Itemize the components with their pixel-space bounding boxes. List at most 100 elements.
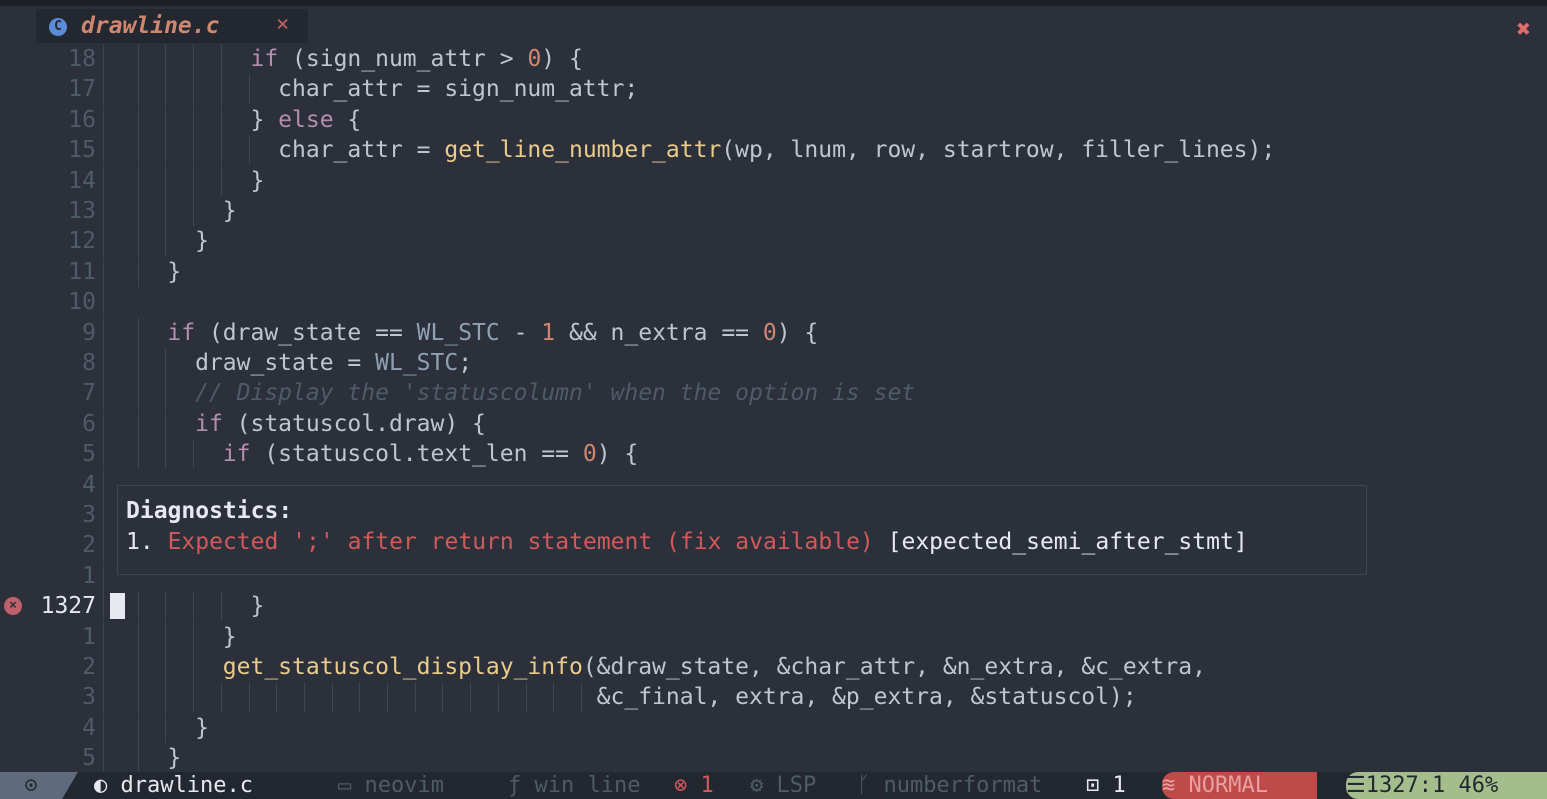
statusbar-branch: ᚴ numberformat [857,772,1042,799]
gutter-separator [103,226,104,257]
gutter-separator [103,621,104,652]
code-text: } [112,228,209,255]
diagnostic-number: 1. [126,529,154,555]
statusbar-folder: ▭ neovim [338,772,444,799]
gutter-separator [103,652,104,682]
gutter-separator [103,348,104,378]
gears-icon: ⚙ [750,773,764,798]
statusbar-buffers: ⊡ 1 [1086,772,1126,799]
gutter-separator [103,74,104,105]
line-number: 5 [82,441,96,468]
code-line[interactable]: 9 if (draw_state == WL_STC - 1 && n_extr… [0,317,1547,348]
code-line[interactable]: 15 char_attr = get_line_number_attr(wp, … [0,135,1547,166]
code-text: } [112,593,265,620]
line-number: 6 [82,410,96,437]
gutter-separator [103,743,104,774]
buffer-icon: ⊡ [1086,773,1100,798]
code-line[interactable]: 12 } [0,226,1547,257]
code-line[interactable]: 1327 × } [0,591,1547,622]
code-line[interactable]: 10 [0,287,1547,318]
gutter-separator [103,560,104,591]
code-text: if (sign_num_attr > 0) { [250,46,583,72]
tab-bar: C drawline.c × ✖ [0,6,1547,44]
code-line[interactable]: 4 } [0,712,1547,743]
tab-drawline[interactable]: C drawline.c × [36,9,308,43]
statusbar-function-name: win line [534,773,641,798]
code-text: char_attr = get_line_number_attr(wp, lnu… [112,137,1276,164]
code-text: get_statuscol_display_info(&draw_state, … [222,654,1206,680]
code-line[interactable]: 3 &c_final, extra, &p_extra, &statuscol)… [0,682,1547,713]
code-text: } [112,198,237,224]
code-line[interactable]: 8 draw_state = WL_STC; [0,348,1547,378]
gutter-separator [103,408,104,439]
code-text: if (draw_state == WL_STC - 1 && n_extra … [167,319,819,346]
editor-pane[interactable]: 18 if (sign_num_attr > 0) {17 char_attr … [0,44,1547,774]
position-indicator: ☰1327:1 46% [1346,772,1547,799]
tab-close-icon[interactable]: × [276,12,289,37]
code-text: if (statuscol.text_len == 0) { [222,441,639,468]
line-number: 3 [82,684,96,711]
line-number: 14 [68,167,96,194]
code-line[interactable]: 6 if (statuscol.draw) { [0,408,1547,439]
line-number: 10 [68,289,96,316]
diagnostic-code: [expected_semi_after_stmt] [887,529,1248,555]
code-text: } [112,745,182,772]
statusbar-filename: drawline.c [120,773,253,798]
vim-mode-icon: ≋ [1162,773,1176,798]
code-line[interactable]: 14 } [0,165,1547,196]
gutter-separator [103,591,104,622]
vim-icon: ⊙ [0,772,78,799]
line-number: 2 [82,532,96,559]
line-number: 12 [68,228,96,255]
code-line[interactable]: 5 } [0,743,1547,774]
gutter-separator [103,135,104,166]
gutter-separator [103,712,104,743]
line-number: 8 [82,350,96,376]
line-number: 3 [82,502,96,528]
line-number: 18 [68,46,96,72]
code-line[interactable]: 1 } [0,621,1547,652]
code-text: } else { [112,106,362,133]
code-line[interactable]: 5 if (statuscol.text_len == 0) { [0,439,1547,470]
window-close-icon[interactable]: ✖ [1517,15,1531,43]
code-text: char_attr = sign_num_attr; [112,76,639,103]
code-line[interactable]: 17 char_attr = sign_num_attr; [0,74,1547,105]
line-number: 2 [82,654,96,680]
gutter-separator [103,165,104,196]
statusbar-lsp: ⚙ LSP [750,772,816,799]
gutter-separator [103,469,104,500]
git-branch-icon: ᚴ [857,773,871,798]
gutter-separator [103,287,104,318]
code-text: &c_final, extra, &p_extra, &statuscol); [112,684,1137,711]
lines-icon: ☰ [1346,773,1366,798]
code-text: draw_state = WL_STC; [112,350,473,376]
gutter-separator [103,378,104,409]
file-icon: ◐ [94,773,108,798]
statusbar-buffer-count: 1 [1112,773,1126,798]
code-line[interactable]: 16 } else { [0,104,1547,135]
gutter-separator [103,317,104,348]
mode-label: NORMAL [1188,773,1268,798]
line-number: 13 [68,198,96,224]
statusbar-errors[interactable]: ⊗ 1 [674,772,714,799]
folder-icon: ▭ [338,773,352,798]
line-number: 4 [82,471,96,498]
code-text: } [112,258,182,285]
tab-filename: drawline.c [81,13,220,39]
gutter-separator [103,256,104,287]
cursor-position: 1327:1 [1365,773,1446,798]
line-number: 17 [68,76,96,103]
code-line[interactable]: 13 } [0,196,1547,226]
gutter-separator [103,44,104,74]
code-text: } [112,623,237,650]
line-number: 16 [68,106,96,133]
code-line[interactable]: 18 if (sign_num_attr > 0) { [0,44,1547,74]
scroll-percent: 46% [1458,773,1499,798]
statusbar-branch-name: numberformat [883,773,1043,798]
code-line[interactable]: 11 } [0,256,1547,287]
code-text: } [112,714,209,741]
line-number: 11 [68,258,96,285]
statusbar-function: ƒ win line [508,772,640,799]
code-line[interactable]: 7 // Display the 'statuscolumn' when the… [0,378,1547,409]
code-line[interactable]: 2 get_statuscol_display_info(&draw_state… [0,652,1547,682]
